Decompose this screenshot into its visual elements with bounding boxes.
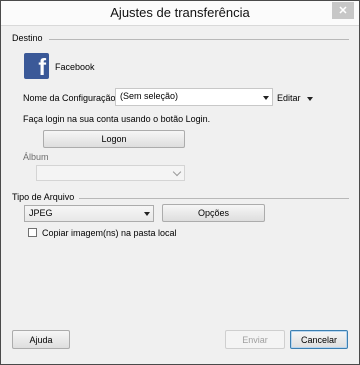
config-name-value: (Sem seleção)	[120, 91, 179, 101]
edit-menu[interactable]: Editar	[277, 93, 313, 103]
copy-local-label: Copiar imagem(ns) na pasta local	[42, 228, 177, 238]
title-bar[interactable]: Ajustes de transferência ✕	[1, 1, 359, 26]
file-format-select[interactable]: JPEG	[24, 205, 154, 222]
options-button[interactable]: Opções	[162, 204, 265, 222]
transfer-settings-dialog: Ajustes de transferência ✕ Destino f Fac…	[0, 0, 360, 365]
chevron-down-icon	[307, 97, 313, 101]
chevron-down-icon	[144, 212, 150, 216]
copy-local-checkbox[interactable]	[28, 228, 37, 237]
album-select[interactable]	[36, 165, 185, 181]
chevron-down-icon	[263, 96, 269, 100]
close-icon: ✕	[338, 5, 348, 17]
album-label: Álbum	[23, 152, 49, 162]
send-button[interactable]: Enviar	[225, 330, 285, 349]
destination-section-label: Destino	[12, 33, 43, 43]
login-instruction: Faça login na sua conta usando o botão L…	[23, 114, 211, 124]
config-name-select[interactable]: (Sem seleção)	[115, 88, 273, 106]
file-type-divider	[79, 198, 349, 199]
logon-button[interactable]: Logon	[43, 130, 185, 148]
service-name: Facebook	[55, 62, 95, 72]
cancel-button[interactable]: Cancelar	[290, 330, 348, 349]
close-button[interactable]: ✕	[332, 2, 354, 19]
config-name-label: Nome da Configuração:	[23, 93, 119, 103]
window-title: Ajustes de transferência	[110, 5, 250, 20]
chevron-down-icon	[172, 167, 182, 177]
file-format-value: JPEG	[29, 208, 53, 218]
help-button[interactable]: Ajuda	[12, 330, 70, 349]
facebook-logo-icon: f	[24, 53, 49, 79]
file-type-section-label: Tipo de Arquivo	[12, 192, 75, 202]
edit-menu-label: Editar	[277, 93, 301, 103]
destination-divider	[49, 39, 349, 40]
